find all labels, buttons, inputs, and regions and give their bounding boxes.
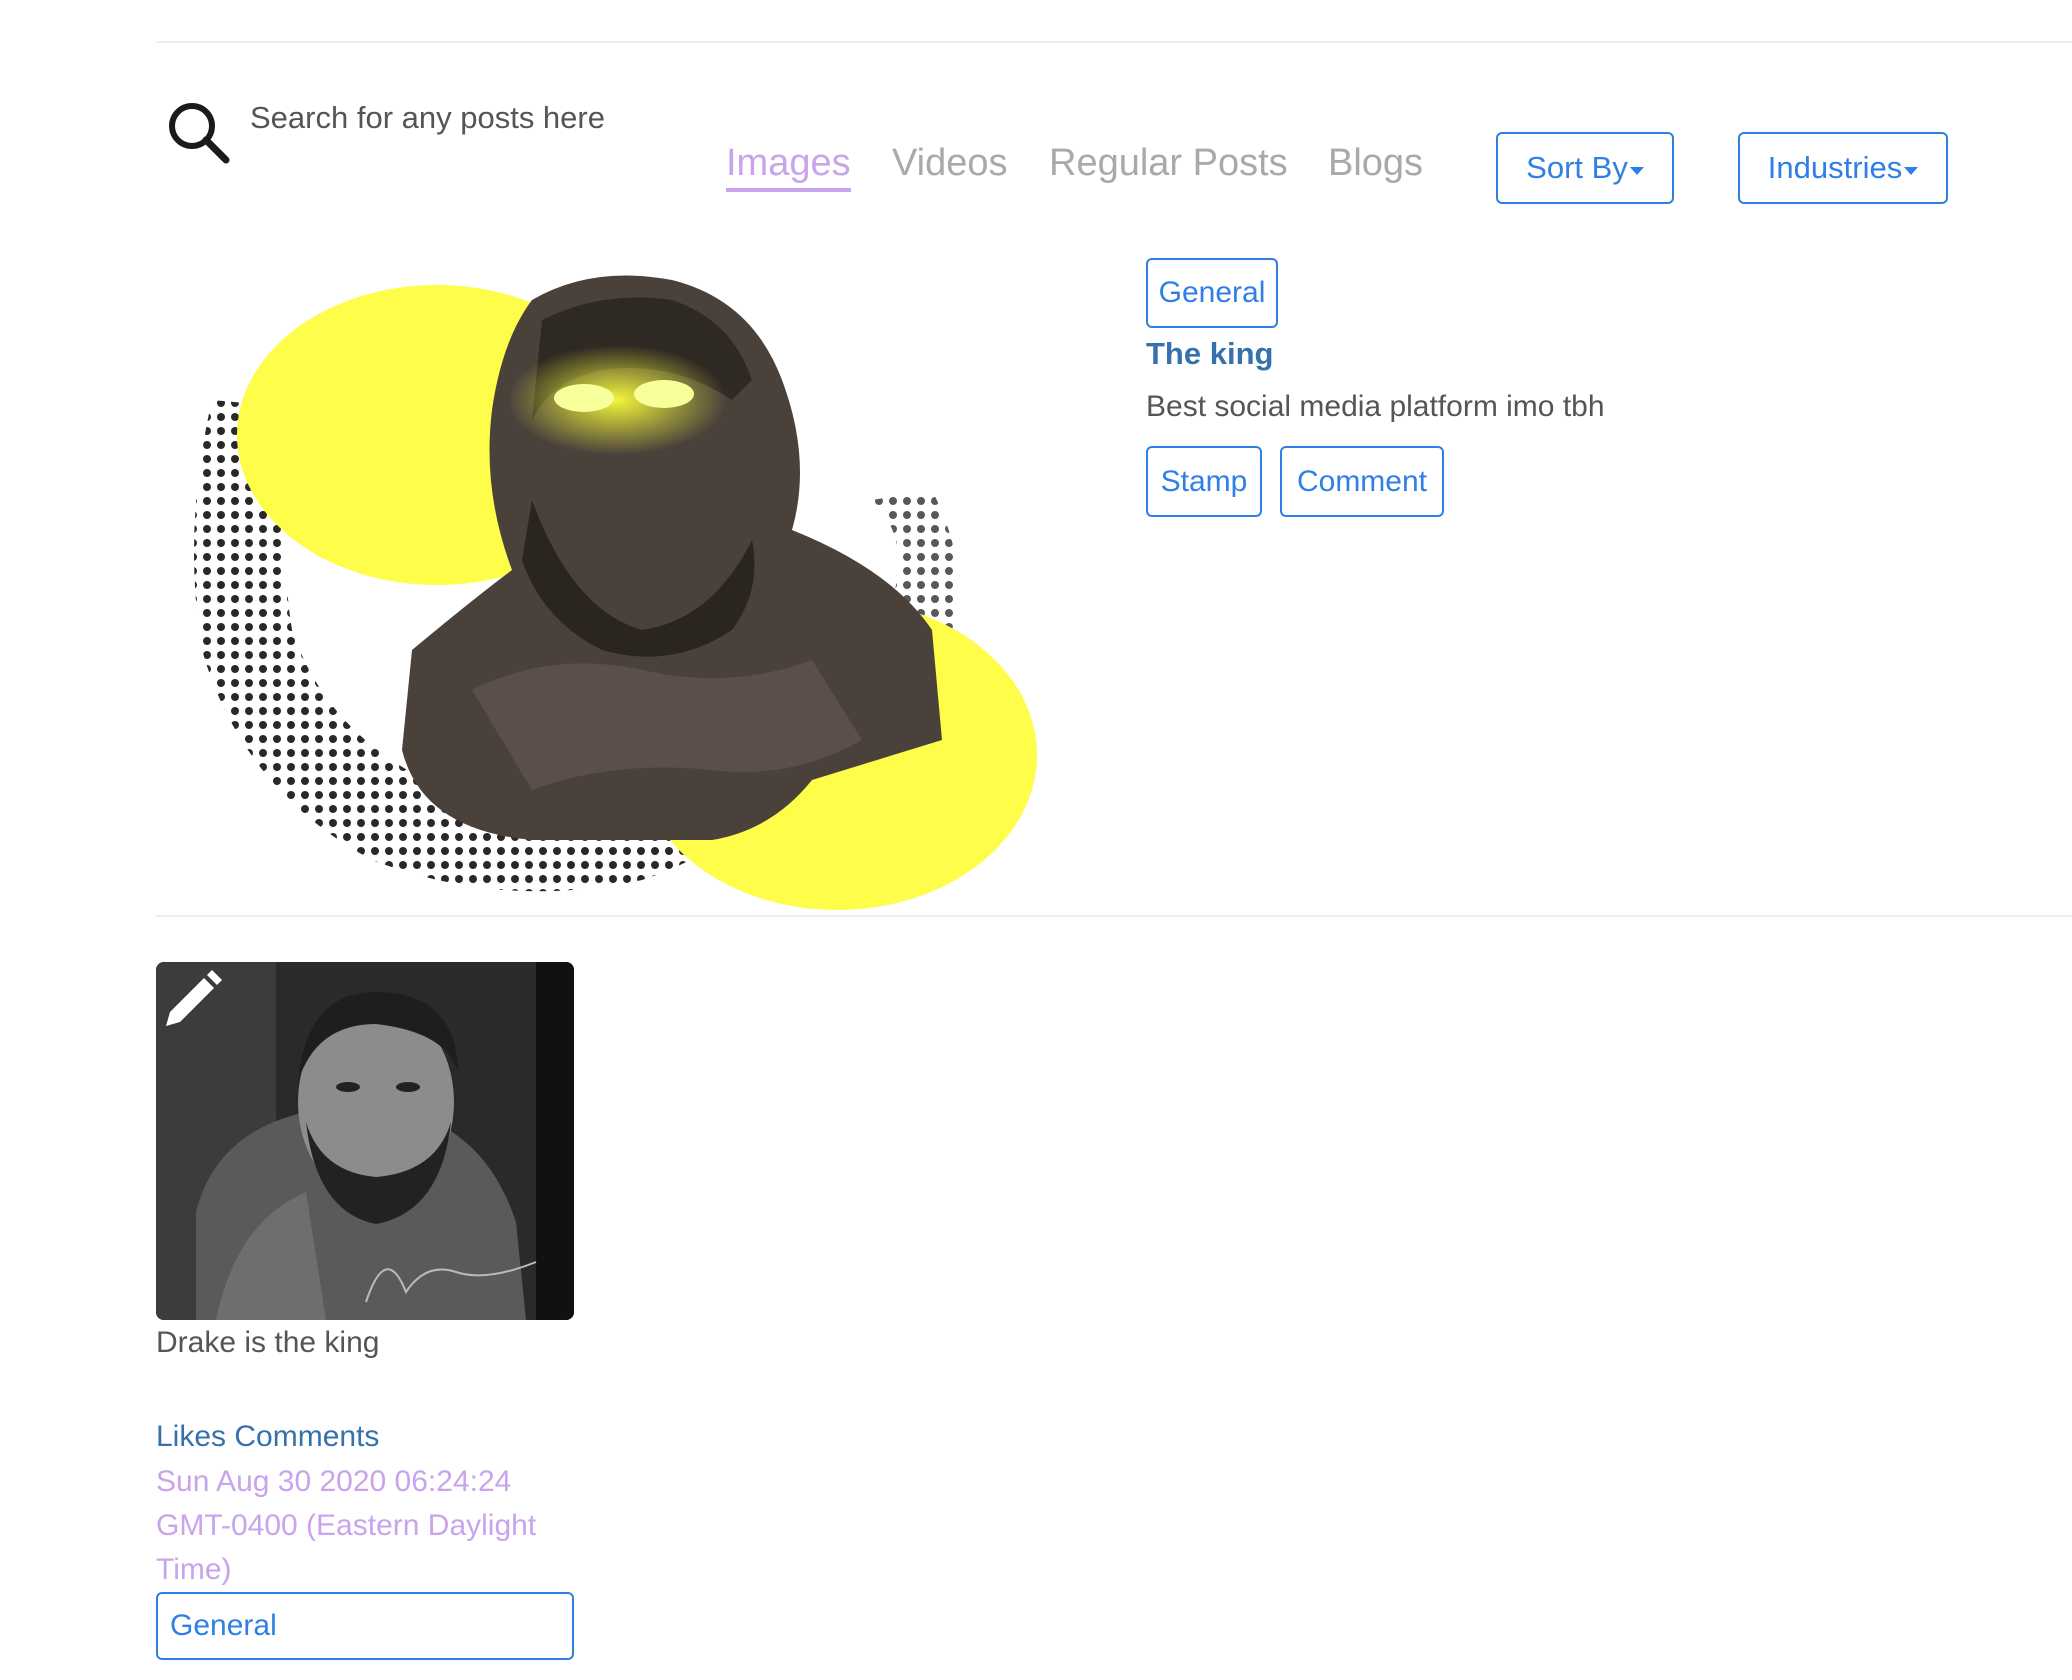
section-divider [156,915,2072,917]
tab-images[interactable]: Images [726,140,851,192]
caret-down-icon [1904,167,1919,175]
comments-link[interactable]: Comments [234,1420,379,1453]
post-description: Best social media platform imo tbh [1146,390,1605,423]
search-icon[interactable] [162,96,234,168]
search-input[interactable] [236,88,684,148]
tab-videos[interactable]: Videos [892,140,1008,186]
post-card-image[interactable] [156,962,574,1320]
post-category-tag[interactable]: General [156,1592,574,1660]
industries-label: Industries [1767,150,1903,185]
category-tag-button[interactable]: General [1146,258,1278,328]
pencil-edit-icon[interactable] [160,968,224,1032]
tab-blogs[interactable]: Blogs [1328,140,1423,186]
comment-button[interactable]: Comment [1280,446,1444,517]
sort-by-label: Sort By [1526,150,1628,185]
post-actions: Likes Comments [156,1420,379,1454]
post-title: The king [1146,336,1274,371]
industries-dropdown[interactable]: Industries [1738,132,1948,204]
sort-by-dropdown[interactable]: Sort By [1496,132,1674,204]
caret-down-icon [1629,167,1644,175]
stamp-button[interactable]: Stamp [1146,446,1262,517]
featured-post-image [194,275,1037,910]
post-timestamp: Sun Aug 30 2020 06:24:24 GMT-0400 (Easte… [156,1465,537,1586]
post-caption: Drake is the king [156,1326,380,1359]
tab-regular-posts[interactable]: Regular Posts [1049,140,1288,186]
likes-link[interactable]: Likes [156,1420,226,1453]
top-divider [156,41,2072,43]
